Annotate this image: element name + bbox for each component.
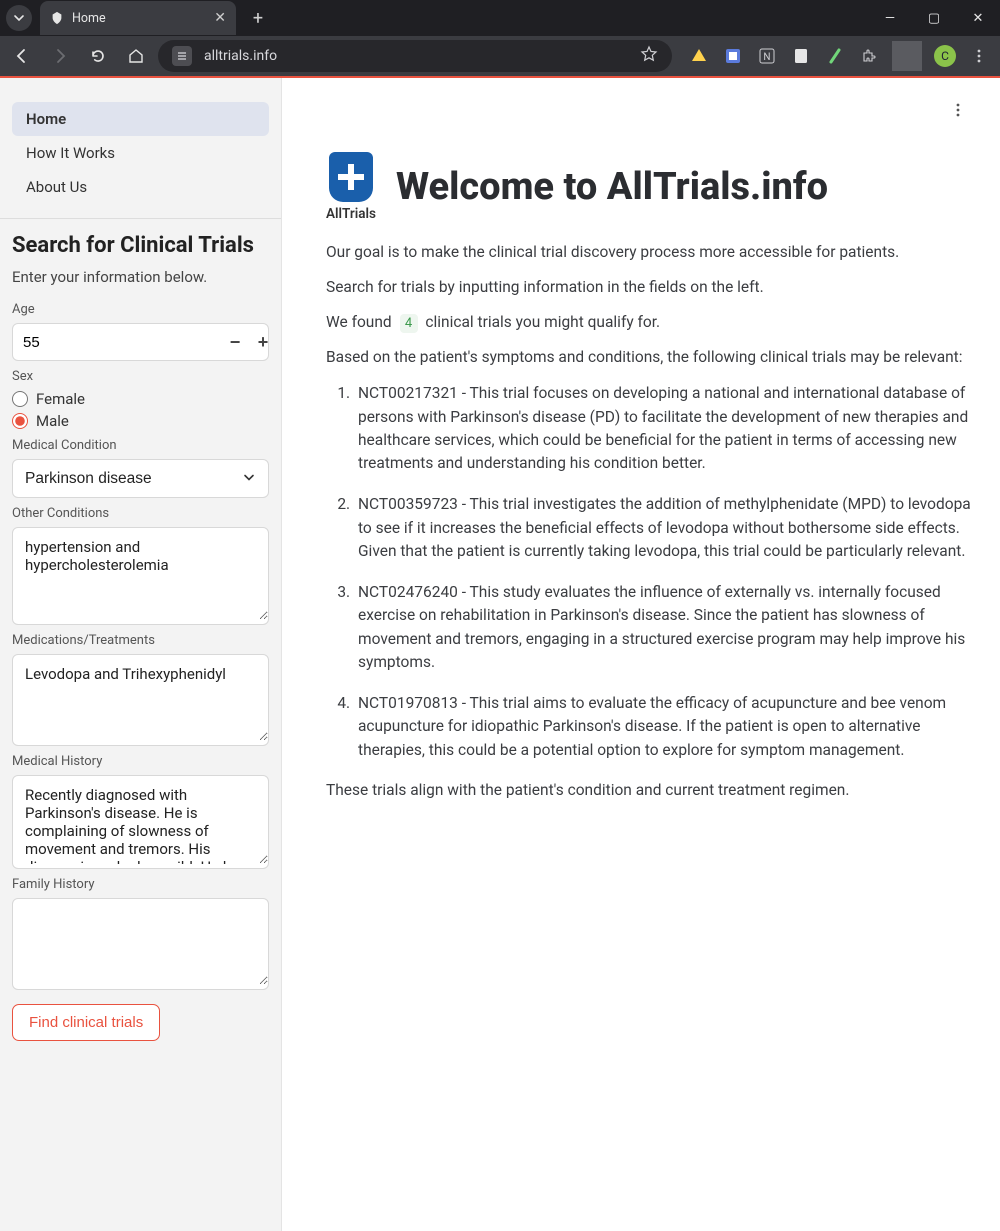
nav-list: Home How It Works About Us [12,92,269,212]
toolbar-divider [892,41,922,71]
medications-label: Medications/Treatments [12,633,269,648]
intro-paragraph-2: Search for trials by inputting informati… [326,277,972,298]
hero: AllTrials Welcome to AllTrials.info [326,152,972,222]
cross-icon [338,164,364,190]
close-window-button[interactable]: ✕ [956,0,1000,36]
nav-home[interactable]: Home [12,102,269,136]
bookmark-button[interactable] [640,45,658,67]
history-input[interactable] [13,776,268,864]
relevance-line: Based on the patient's symptoms and cond… [326,347,972,368]
family-history-input[interactable] [13,899,268,985]
find-trials-label: Find clinical trials [29,1014,143,1031]
sidebar: Home How It Works About Us Search for Cl… [0,78,282,1231]
age-increment-button[interactable]: + [250,329,276,355]
url-text: alltrials.info [204,48,277,64]
extension-4-icon[interactable] [786,41,816,71]
history-label: Medical History [12,754,269,769]
tab-close-button[interactable]: ✕ [214,10,226,26]
puzzle-icon [861,48,877,64]
age-input[interactable] [23,334,222,351]
extension-2-icon[interactable] [718,41,748,71]
extension-5-icon[interactable] [820,41,850,71]
browser-title-bar: Home ✕ + — ▢ ✕ [0,0,1000,36]
minimize-button[interactable]: — [868,0,912,36]
reload-button[interactable] [82,40,114,72]
browser-menu-button[interactable] [964,41,994,71]
sex-female-option[interactable]: Female [12,390,269,408]
sidebar-divider [0,218,281,219]
sex-female-radio[interactable] [12,391,28,407]
nav-label: How It Works [26,144,115,162]
extension-3-icon[interactable]: N [752,41,782,71]
sex-female-label: Female [36,390,85,408]
kebab-icon [971,48,987,64]
results-list: NCT00217321 - This trial focuses on deve… [348,382,972,762]
nav-label: About Us [26,178,87,196]
search-heading: Search for Clinical Trials [12,233,269,258]
arrow-right-icon [51,47,69,65]
page-title: Welcome to AllTrials.info [396,165,828,209]
result-item: NCT00217321 - This trial focuses on deve… [354,382,972,475]
page-root: Home How It Works About Us Search for Cl… [0,76,1000,1231]
age-field: − + [12,323,269,361]
find-trials-button[interactable]: Find clinical trials [12,1004,160,1041]
condition-select-wrap: Parkinson disease [12,459,269,498]
medications-input[interactable] [13,655,268,741]
chevron-down-icon [13,12,25,24]
sex-label: Sex [12,369,269,384]
found-prefix: We found [326,313,392,331]
nav-label: Home [26,110,66,128]
result-item: NCT00359723 - This trial investigates th… [354,493,972,563]
profile-button[interactable]: C [930,41,960,71]
back-button[interactable] [6,40,38,72]
browser-tab[interactable]: Home ✕ [40,1,236,35]
arrow-left-icon [13,47,31,65]
other-conditions-input[interactable] [13,528,268,620]
extension-1-icon[interactable] [684,41,714,71]
nav-how-it-works[interactable]: How It Works [12,136,269,170]
home-button[interactable] [120,40,152,72]
main-content: AllTrials Welcome to AllTrials.info Our … [282,78,1000,1231]
condition-label: Medical Condition [12,438,269,453]
result-item: NCT02476240 - This study evaluates the i… [354,581,972,674]
sex-male-option[interactable]: Male [12,412,269,430]
sex-male-radio[interactable] [12,413,28,429]
condition-select[interactable]: Parkinson disease [13,460,268,497]
age-decrement-button[interactable]: − [222,329,248,355]
star-icon [640,45,658,63]
browser-toolbar: alltrials.info N C [0,36,1000,76]
nav-about-us[interactable]: About Us [12,170,269,204]
found-line: We found 4 clinical trials you might qua… [326,312,972,334]
logo-text: AllTrials [326,206,376,222]
tab-favicon-icon [50,11,64,25]
result-item: NCT01970813 - This trial aims to evaluat… [354,692,972,762]
found-suffix: clinical trials you might qualify for. [425,313,660,331]
family-history-label: Family History [12,877,269,892]
forward-button[interactable] [44,40,76,72]
tab-title: Home [72,11,206,26]
home-icon [127,47,145,65]
avatar: C [934,45,956,67]
other-conditions-label: Other Conditions [12,506,269,521]
logo: AllTrials [326,152,376,222]
intro-paragraph-1: Our goal is to make the clinical trial d… [326,242,972,263]
search-tabs-button[interactable] [6,5,32,31]
extensions-button[interactable] [854,41,884,71]
search-subheading: Enter your information below. [12,268,269,286]
found-count: 4 [400,314,418,334]
reload-icon [89,47,107,65]
site-info-button[interactable] [172,46,192,66]
address-bar[interactable]: alltrials.info [158,40,672,72]
closing-line: These trials align with the patient's co… [326,780,972,801]
tune-icon [176,50,188,62]
sex-male-label: Male [36,412,69,430]
kebab-icon [950,102,966,118]
extension-icons: N C [678,41,994,71]
age-label: Age [12,302,269,317]
maximize-button[interactable]: ▢ [912,0,956,36]
shield-icon [329,152,373,202]
svg-text:N: N [763,52,770,63]
new-tab-button[interactable]: + [246,6,270,30]
page-menu-button[interactable] [944,96,972,124]
